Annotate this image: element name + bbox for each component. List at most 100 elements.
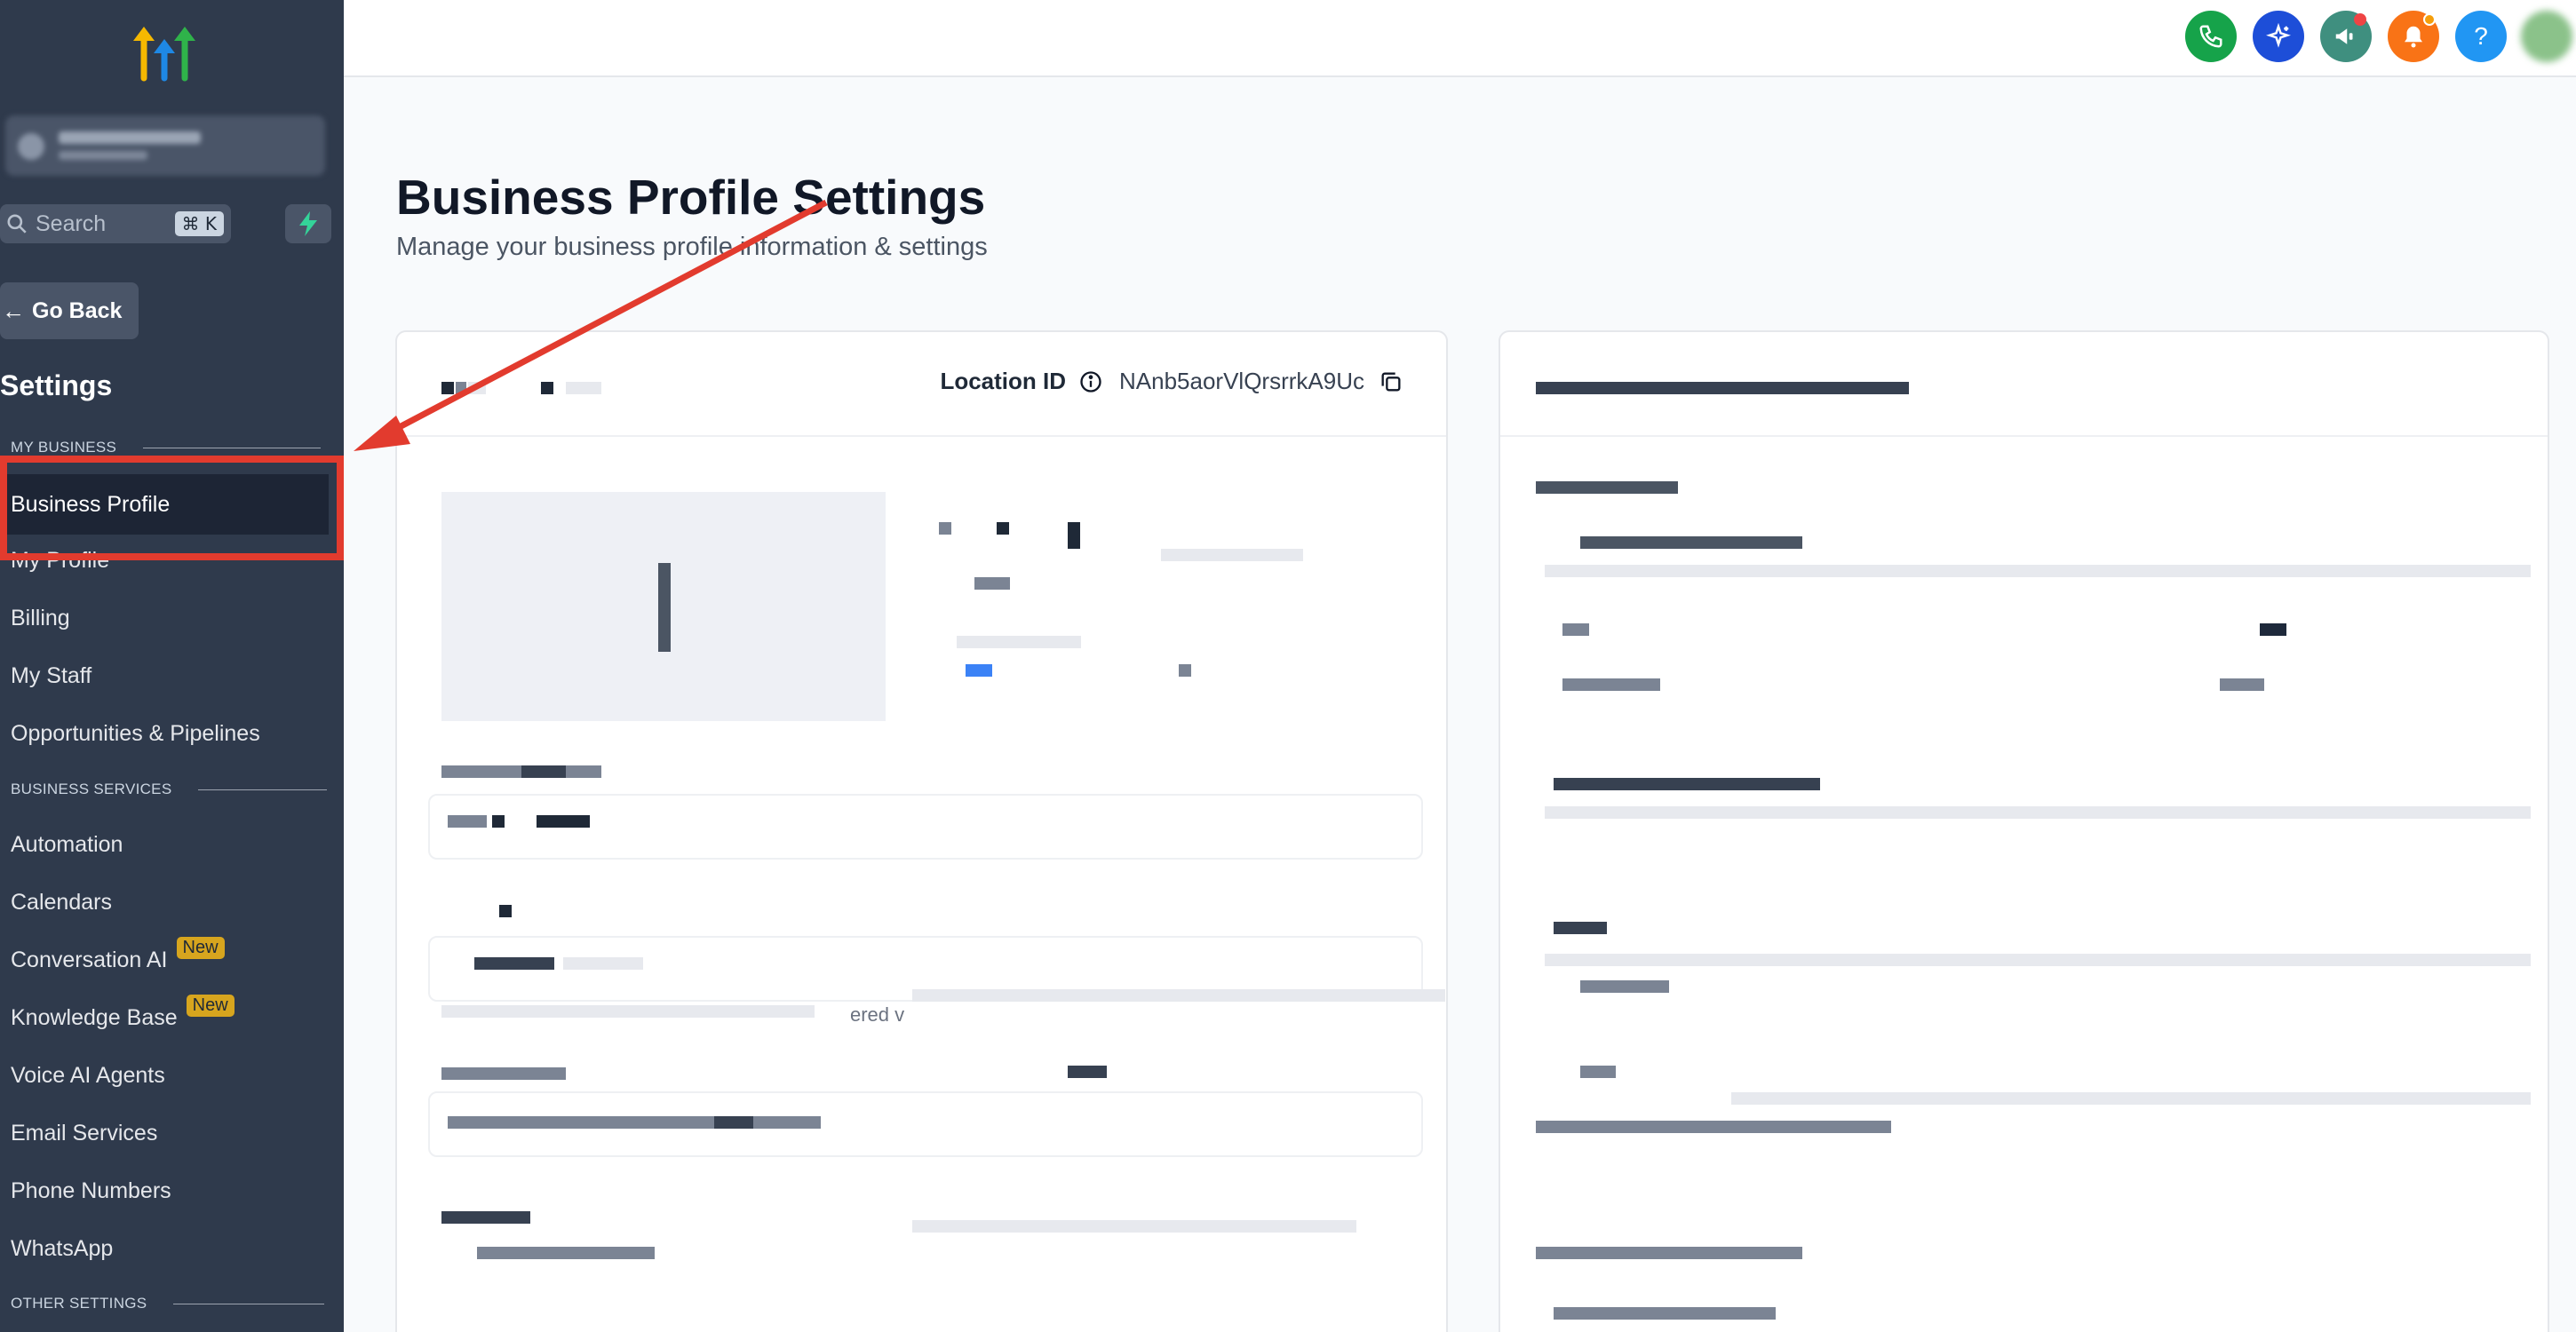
redacted-text <box>1536 382 1909 394</box>
account-avatar <box>18 133 44 160</box>
arrow-left-icon: ← <box>2 297 25 324</box>
section-label-text: BUSINESS SERVICES <box>11 781 172 797</box>
text-field[interactable] <box>428 794 1423 860</box>
redacted-text <box>1562 678 1660 691</box>
sidebar-item-conversation-ai[interactable]: Conversation AI New <box>11 937 225 973</box>
redacted-text <box>566 382 601 394</box>
sidebar-item-my-staff[interactable]: My Staff <box>11 663 91 689</box>
redacted-text <box>912 1220 1356 1233</box>
sidebar-item-opportunities-pipelines[interactable]: Opportunities & Pipelines <box>11 721 260 747</box>
section-business-services: BUSINESS SERVICES <box>11 781 328 798</box>
search-input[interactable]: Search ⌘ K <box>0 204 231 243</box>
redacted-text <box>477 1247 655 1259</box>
location-id-value: NAnb5aorVlQrsrrkA9Uc <box>1119 368 1364 394</box>
redacted-text <box>2260 623 2286 636</box>
sidebar-item-label: Phone Numbers <box>11 1178 171 1203</box>
redacted-text <box>456 382 466 394</box>
top-header-bar <box>344 0 2576 77</box>
redacted-text <box>1068 1066 1107 1078</box>
redacted-text <box>499 905 512 917</box>
settings-heading: Settings <box>0 369 113 401</box>
notification-dot <box>2423 13 2436 26</box>
user-avatar[interactable] <box>2521 11 2572 62</box>
redacted-text <box>1179 664 1191 677</box>
redacted-text <box>541 382 553 394</box>
new-badge: New <box>186 995 235 1017</box>
general-info-card: Location ID NAnb5aorVlQrsrrkA9Uc ered v <box>395 330 1448 1332</box>
brand-logo-icon <box>133 27 195 82</box>
account-switcher[interactable] <box>5 115 325 176</box>
quick-action-button[interactable] <box>285 204 331 243</box>
section-divider <box>198 789 328 790</box>
redacted-text <box>1554 1307 1776 1320</box>
help-button[interactable]: ? <box>2455 11 2507 62</box>
go-back-button[interactable]: ← Go Back <box>0 282 139 339</box>
redacted-text <box>2220 678 2264 691</box>
redacted-text <box>448 1116 821 1129</box>
sidebar-item-business-profile[interactable]: Business Profile <box>0 474 329 535</box>
page-title: Business Profile Settings <box>396 170 986 225</box>
copy-icon[interactable] <box>1379 369 1403 394</box>
redacted-text <box>939 522 951 535</box>
sidebar-item-billing[interactable]: Billing <box>11 606 70 631</box>
search-icon <box>7 214 27 234</box>
phone-icon <box>2199 25 2222 48</box>
redacted-text <box>1554 778 1820 790</box>
search-shortcut-badge: ⌘ K <box>174 211 224 236</box>
sidebar-item-label: My Profile <box>11 548 110 573</box>
redacted-text <box>492 815 505 828</box>
sidebar-item-phone-numbers[interactable]: Phone Numbers <box>11 1178 171 1204</box>
megaphone-icon <box>2335 28 2353 44</box>
sidebar-item-automation[interactable]: Automation <box>11 832 123 858</box>
sidebar-item-voice-ai-agents[interactable]: Voice AI Agents <box>11 1063 165 1089</box>
sidebar-item-my-profile[interactable]: My Profile <box>11 548 109 574</box>
ai-sparkle-icon <box>2266 23 2291 48</box>
redacted-text <box>448 815 487 828</box>
business-logo-placeholder[interactable] <box>441 492 886 721</box>
sidebar-item-label: Calendars <box>11 890 112 915</box>
redacted-text <box>1580 1066 1616 1078</box>
redacted-text <box>468 382 486 394</box>
redacted-text <box>1554 922 1607 934</box>
card-header <box>1500 332 2548 437</box>
sidebar-item-label: Knowledge Base <box>11 1005 178 1030</box>
ai-assistant-button[interactable] <box>2253 11 2304 62</box>
redacted-text <box>1536 1247 1802 1259</box>
text-field[interactable] <box>428 1091 1423 1157</box>
partial-label-text: ered v <box>850 1003 905 1026</box>
redacted-text <box>974 577 1010 590</box>
phone-button[interactable] <box>2185 11 2237 62</box>
location-id-row: Location ID NAnb5aorVlQrsrrkA9Uc <box>940 368 1403 395</box>
notifications-button[interactable] <box>2388 11 2439 62</box>
sidebar-item-whatsapp[interactable]: WhatsApp <box>11 1236 113 1262</box>
redacted-text <box>1536 1121 1891 1133</box>
redacted-text <box>441 1211 530 1224</box>
redacted-text <box>1731 1092 2531 1105</box>
sidebar-item-calendars[interactable]: Calendars <box>11 890 112 916</box>
redacted-text <box>957 636 1081 648</box>
account-subtitle-blurred <box>59 151 147 160</box>
sidebar-item-label: Automation <box>11 832 123 857</box>
card-header: Location ID NAnb5aorVlQrsrrkA9Uc <box>397 332 1446 437</box>
announcements-button[interactable] <box>2320 11 2372 62</box>
account-name-blurred <box>59 131 201 144</box>
redacted-text <box>563 957 643 970</box>
new-badge: New <box>176 937 225 959</box>
sidebar: Search ⌘ K ← Go Back Settings MY BUSINES… <box>0 0 344 1332</box>
bell-icon <box>2405 26 2422 48</box>
info-icon[interactable] <box>1078 369 1103 394</box>
redacted-text <box>714 1116 753 1129</box>
redacted-text <box>1580 980 1669 993</box>
redacted-text <box>1545 954 2531 966</box>
section-my-business: MY BUSINESS <box>11 439 322 456</box>
sidebar-item-email-services[interactable]: Email Services <box>11 1121 157 1146</box>
location-id-label: Location ID <box>940 368 1067 394</box>
redacted-text <box>1161 549 1303 561</box>
sidebar-item-label: Business Profile <box>11 491 171 517</box>
redacted-link <box>966 664 992 677</box>
redacted-text <box>997 522 1009 535</box>
redacted-text <box>1536 481 1678 494</box>
sidebar-item-knowledge-base[interactable]: Knowledge Base New <box>11 995 235 1031</box>
redacted-text <box>912 989 1445 1002</box>
redacted-text <box>1562 623 1589 636</box>
